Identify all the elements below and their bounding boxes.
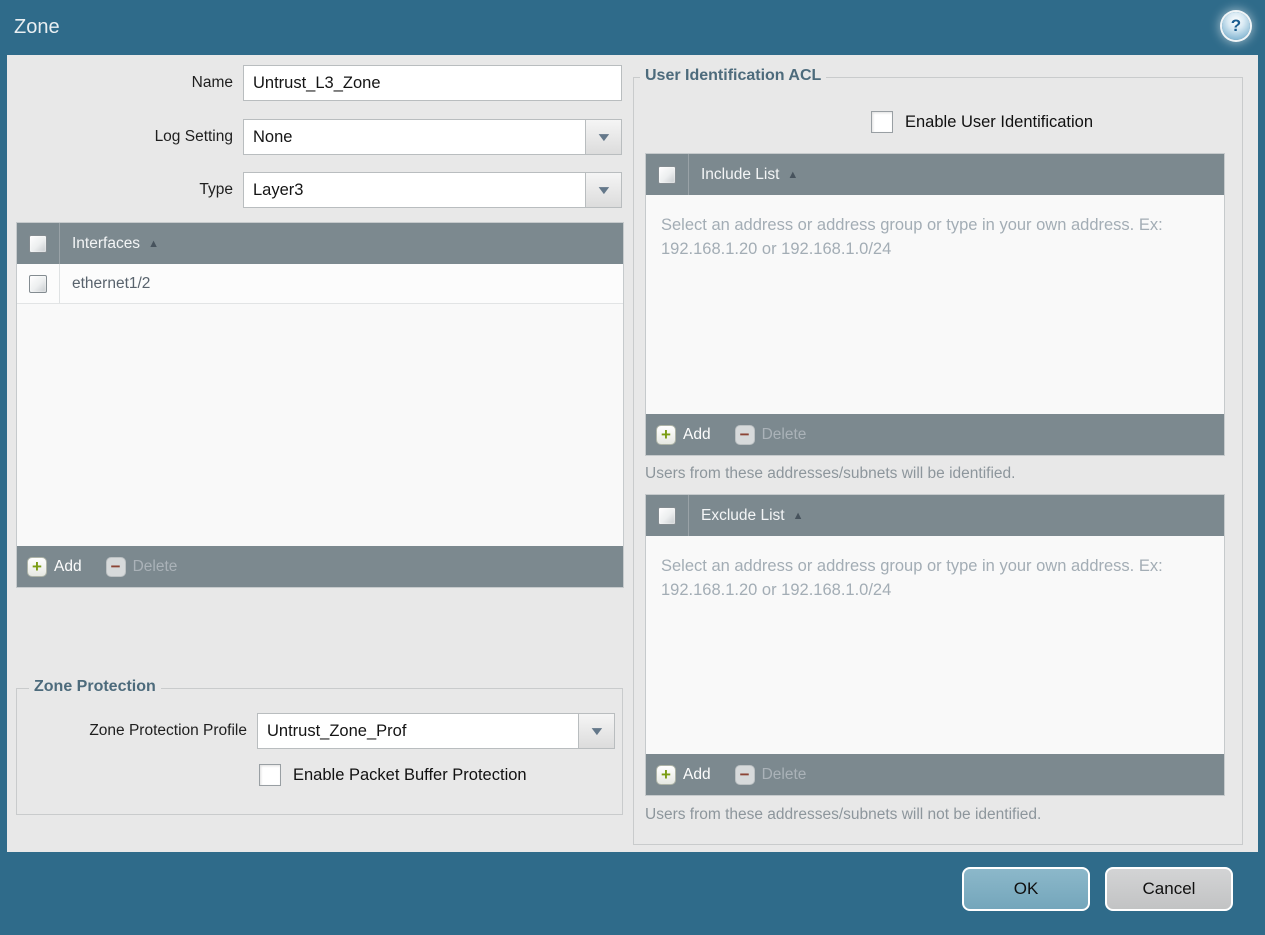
include-list-caption: Users from these addresses/subnets will …: [645, 465, 1016, 482]
exclude-add-button[interactable]: + Add: [656, 764, 711, 785]
user-identification-acl-section: User Identification ACL Enable User Iden…: [633, 67, 1243, 845]
delete-button-label: Delete: [132, 557, 178, 575]
sort-asc-icon[interactable]: ▲: [148, 238, 159, 250]
help-icon[interactable]: ?: [1222, 12, 1250, 40]
log-setting-label: Log Setting: [154, 128, 233, 145]
include-list-column-header[interactable]: Include List: [701, 166, 779, 184]
zone-protection-legend: Zone Protection: [29, 678, 161, 696]
interfaces-table: Interfaces ▲ ethernet1/2 + Add − Delete: [16, 222, 624, 588]
include-list-footer: + Add − Delete: [646, 414, 1224, 455]
include-list-placeholder: Select an address or address group or ty…: [661, 216, 1163, 258]
exclude-list-body[interactable]: Select an address or address group or ty…: [646, 536, 1224, 754]
delete-icon: −: [105, 556, 126, 577]
interface-name: ethernet1/2: [72, 274, 151, 292]
delete-icon: −: [734, 424, 755, 445]
table-row[interactable]: ethernet1/2: [17, 264, 623, 304]
add-icon: +: [656, 764, 676, 785]
interfaces-table-header: Interfaces ▲: [17, 223, 623, 264]
sort-asc-icon[interactable]: ▲: [787, 169, 798, 181]
exclude-list-placeholder: Select an address or address group or ty…: [661, 557, 1163, 599]
name-label: Name: [191, 74, 233, 91]
interfaces-select-all-cell: [17, 223, 60, 264]
include-delete-label: Delete: [761, 425, 807, 443]
exclude-list-header: Exclude List ▲: [646, 495, 1224, 536]
include-select-all-checkbox[interactable]: [658, 165, 676, 184]
add-interface-button[interactable]: + Add: [27, 556, 82, 577]
delete-interface-button[interactable]: − Delete: [105, 556, 178, 577]
delete-icon: −: [734, 764, 755, 785]
exclude-list-column-header[interactable]: Exclude List: [701, 507, 785, 525]
interfaces-table-body: ethernet1/2: [17, 264, 623, 546]
ok-button[interactable]: OK: [962, 867, 1090, 911]
exclude-list-caption: Users from these addresses/subnets will …: [645, 806, 1042, 823]
name-input[interactable]: [243, 65, 622, 101]
exclude-list-table: Exclude List ▲ Select an address or addr…: [645, 494, 1225, 796]
log-setting-input[interactable]: [243, 119, 586, 155]
include-list-body[interactable]: Select an address or address group or ty…: [646, 195, 1224, 414]
dialog-title: Zone: [14, 16, 60, 38]
interfaces-column-header[interactable]: Interfaces: [72, 235, 140, 253]
type-label: Type: [199, 181, 233, 198]
packet-buffer-protection-checkbox[interactable]: [259, 764, 281, 786]
exclude-delete-button[interactable]: − Delete: [734, 764, 807, 785]
add-icon: +: [27, 556, 47, 577]
include-delete-button[interactable]: − Delete: [734, 424, 807, 445]
sort-asc-icon[interactable]: ▲: [793, 510, 804, 522]
log-setting-dropdown-button[interactable]: ▼: [585, 119, 622, 155]
include-list-header: Include List ▲: [646, 154, 1224, 195]
help-glyph: ?: [1230, 16, 1242, 35]
include-add-button[interactable]: + Add: [656, 424, 711, 445]
exclude-list-footer: + Add − Delete: [646, 754, 1224, 795]
add-button-label: Add: [54, 557, 82, 575]
packet-buffer-protection-label: Enable Packet Buffer Protection: [293, 766, 527, 784]
exclude-select-all-cell: [646, 495, 689, 536]
add-icon: +: [656, 424, 676, 445]
type-input[interactable]: [243, 172, 586, 208]
exclude-select-all-checkbox[interactable]: [658, 506, 676, 525]
zone-protection-section: Zone Protection Zone Protection Profile …: [16, 678, 623, 815]
row-checkbox-cell: [17, 264, 60, 303]
user-identification-acl-legend: User Identification ACL: [640, 67, 827, 85]
zone-protection-profile-input[interactable]: [257, 713, 579, 749]
include-select-all-cell: [646, 154, 689, 195]
zone-protection-profile-label: Zone Protection Profile: [89, 722, 247, 739]
zone-protection-profile-dropdown-button[interactable]: ▼: [578, 713, 615, 749]
interfaces-table-footer: + Add − Delete: [17, 546, 623, 587]
enable-user-identification-checkbox[interactable]: [871, 111, 893, 133]
chevron-down-icon: ▼: [594, 130, 613, 144]
exclude-delete-label: Delete: [761, 765, 807, 783]
enable-user-identification-label: Enable User Identification: [905, 113, 1094, 131]
cancel-button[interactable]: Cancel: [1105, 867, 1233, 911]
include-add-label: Add: [683, 425, 711, 443]
dialog-body: Name Log Setting ▼ Type ▼ Interfaces ▲ e…: [7, 55, 1258, 852]
row-checkbox[interactable]: [29, 274, 47, 293]
chevron-down-icon: ▼: [587, 724, 606, 738]
type-dropdown-button[interactable]: ▼: [585, 172, 622, 208]
include-list-table: Include List ▲ Select an address or addr…: [645, 153, 1225, 456]
chevron-down-icon: ▼: [594, 183, 613, 197]
exclude-add-label: Add: [683, 765, 711, 783]
interfaces-select-all-checkbox[interactable]: [29, 234, 47, 253]
